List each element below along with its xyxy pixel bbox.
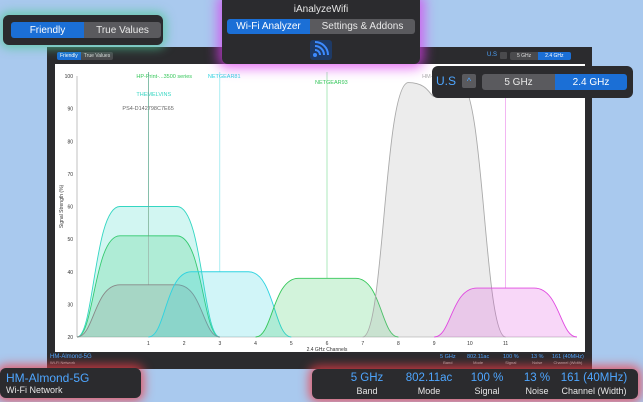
y-tick-label: 90 bbox=[67, 107, 73, 113]
network-label: NETGEAR93 bbox=[315, 80, 348, 86]
tab-settings-addons[interactable]: Settings & Addons bbox=[310, 19, 415, 34]
channel-chart-svg: HP-Print-...3500 series THEMELVINS PS4-D14… bbox=[59, 72, 578, 353]
mini-view-mode-toggle[interactable]: Friendly True Values bbox=[57, 52, 114, 60]
network-label: NETGEAR81 bbox=[208, 74, 241, 80]
x-tick-label: 4 bbox=[254, 341, 257, 347]
x-tick-label: 5 bbox=[290, 341, 293, 347]
y-tick-label: 100 bbox=[65, 74, 74, 80]
y-tick-label: 80 bbox=[67, 139, 73, 145]
tab-wifi-analyzer[interactable]: Wi-Fi Analyzer bbox=[227, 19, 310, 34]
app-header-panel: iAnalyzeWifi Wi-Fi Analyzer Settings & A… bbox=[222, 0, 420, 64]
mini-status-bar: HM-Almond-5G Wi-Fi Network 5 GHz Band 80… bbox=[47, 353, 592, 369]
mini-stat-label: Band bbox=[443, 360, 453, 365]
mini-network-info[interactable]: HM-Almond-5G Wi-Fi Network bbox=[50, 354, 92, 365]
channel-chart: HP-Print-...3500 series THEMELVINS PS4-D14… bbox=[55, 64, 585, 353]
true-values-option[interactable]: True Values bbox=[84, 22, 161, 38]
mini-band-24ghz[interactable]: 2.4 GHz bbox=[538, 52, 571, 60]
mini-stat-mode: 802.11ac Mode bbox=[467, 354, 489, 365]
network-label: HP-Print-...3500 series bbox=[136, 74, 192, 80]
x-tick-label: 8 bbox=[397, 341, 400, 347]
mini-region-label[interactable]: U.S bbox=[487, 52, 497, 58]
x-tick-label: 3 bbox=[218, 341, 221, 347]
stats-panel: 5 GHz Band 802.11ac Mode 100 % Signal 13… bbox=[312, 369, 638, 399]
x-tick-label: 7 bbox=[361, 341, 364, 347]
y-tick-label: 50 bbox=[67, 237, 73, 243]
mini-stat-label: Signal bbox=[505, 360, 517, 365]
network-name: HM-Almond-5G bbox=[6, 371, 90, 385]
mini-band-toggle[interactable]: 5 GHz 2.4 GHz bbox=[510, 52, 571, 60]
y-tick-label: 30 bbox=[67, 302, 73, 308]
mini-stat-label: Noise bbox=[532, 360, 543, 365]
mini-friendly-option[interactable]: Friendly bbox=[57, 52, 81, 60]
stat-band: 5 GHz Band bbox=[332, 372, 402, 396]
stat-band-value: 5 GHz bbox=[350, 372, 384, 384]
view-mode-toggle[interactable]: Friendly True Values bbox=[11, 22, 161, 38]
x-tick-label: 10 bbox=[467, 341, 473, 347]
network-label: PS4-D142798C7E65 bbox=[122, 106, 173, 112]
wifi-icon bbox=[310, 40, 332, 60]
mini-network-label: Wi-Fi Network bbox=[50, 360, 76, 365]
mini-stat-label: Channel (Width) bbox=[553, 360, 583, 365]
y-axis-label: Signal Strength (%) bbox=[59, 184, 65, 228]
band-5ghz-option[interactable]: 5 GHz bbox=[482, 74, 555, 90]
stat-channel-label: Channel (Width) bbox=[561, 386, 627, 396]
mini-band-5ghz[interactable]: 5 GHz bbox=[510, 52, 539, 60]
network-label: THEMELVINS bbox=[136, 92, 171, 98]
view-mode-panel: Friendly True Values bbox=[3, 15, 163, 45]
x-tick-label: 2 bbox=[183, 341, 186, 347]
y-tick-label: 40 bbox=[67, 270, 73, 276]
chevron-up-icon[interactable]: ^ bbox=[462, 74, 476, 88]
stat-channel-value: 161 (40MHz) bbox=[560, 372, 628, 384]
mini-stat-signal: 100 % Signal bbox=[503, 354, 519, 365]
friendly-option[interactable]: Friendly bbox=[11, 22, 84, 38]
network-panel[interactable]: HM-Almond-5G Wi-Fi Network bbox=[0, 368, 141, 398]
mini-stat-noise: 13 % Noise bbox=[531, 354, 544, 365]
y-tick-label: 70 bbox=[67, 172, 73, 178]
x-tick-label: 9 bbox=[433, 341, 436, 347]
network-label: Wi-Fi Network bbox=[6, 385, 63, 395]
mini-true-values-option[interactable]: True Values bbox=[80, 52, 114, 60]
y-tick-label: 20 bbox=[67, 335, 73, 341]
x-axis-label: 2.4 GHz Channels bbox=[307, 347, 348, 352]
stat-band-label: Band bbox=[356, 386, 378, 396]
mini-stat-channel: 161 (40MHz) Channel (Width) bbox=[552, 354, 584, 365]
y-tick-label: 60 bbox=[67, 205, 73, 211]
app-title: iAnalyzeWifi bbox=[293, 4, 349, 15]
region-label[interactable]: U.S bbox=[436, 74, 456, 88]
stat-channel: 161 (40MHz) Channel (Width) bbox=[552, 372, 636, 396]
band-panel: U.S ^ 5 GHz 2.4 GHz bbox=[432, 66, 633, 98]
band-24ghz-option[interactable]: 2.4 GHz bbox=[555, 74, 627, 90]
band-toggle[interactable]: 5 GHz 2.4 GHz bbox=[482, 74, 627, 90]
mini-chevron-icon[interactable] bbox=[500, 52, 507, 59]
mini-stat-band: 5 GHz Band bbox=[440, 354, 456, 365]
main-tabs[interactable]: Wi-Fi Analyzer Settings & Addons bbox=[227, 19, 415, 34]
mini-stat-label: Mode bbox=[473, 360, 484, 365]
x-tick-label: 1 bbox=[147, 341, 150, 347]
x-tick-label: 11 bbox=[503, 341, 508, 347]
